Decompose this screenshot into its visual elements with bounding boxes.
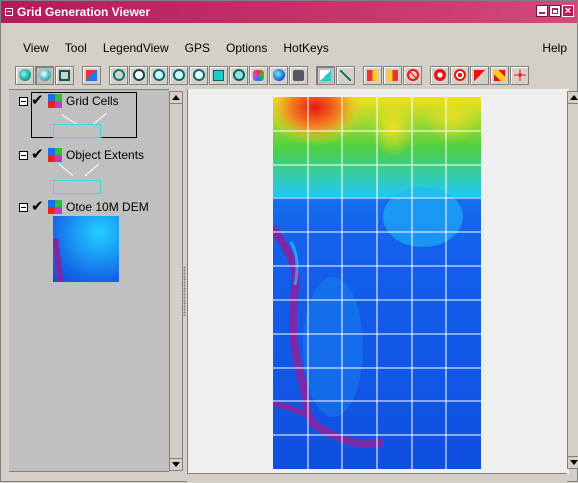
window-title: Grid Generation Viewer (17, 5, 151, 19)
select-tool-icon (18, 69, 31, 81)
stop-button[interactable] (403, 65, 422, 85)
add-layer-button[interactable] (82, 65, 101, 85)
zoom-full-button[interactable] (129, 65, 148, 85)
layer-visibility-checkbox[interactable] (31, 145, 45, 163)
scale-1-icon (320, 69, 331, 81)
back-button[interactable] (363, 65, 382, 85)
layer-name: Otoe 10M DEM (66, 200, 149, 214)
legend-panel: Grid Cells Object Extents Otoe 10M DEM (9, 89, 169, 477)
select-tool-button[interactable] (15, 65, 34, 85)
cancel-red-button[interactable] (430, 65, 449, 85)
window-controls: × (536, 5, 574, 17)
pointer-button[interactable] (470, 65, 489, 85)
back-icon (367, 69, 378, 81)
pencil-icon (494, 69, 505, 81)
panel-splitter[interactable] (183, 266, 186, 316)
globe-button[interactable] (269, 65, 288, 85)
layer-name: Object Extents (66, 148, 145, 162)
menu-gps[interactable]: GPS (177, 41, 218, 55)
zoom-to-layer-icon (213, 69, 224, 81)
zoom-in-button[interactable] (149, 65, 168, 85)
zoom-in-icon (152, 69, 165, 81)
close-button[interactable]: × (562, 5, 574, 17)
target-red-icon (453, 69, 466, 81)
scroll-up-arrow-icon[interactable] (170, 92, 182, 104)
zoom-out-icon (172, 69, 185, 81)
recenter-icon (232, 69, 245, 81)
window-tool-button[interactable] (55, 65, 74, 85)
cancel-red-icon (433, 69, 446, 81)
object-extents-connector (58, 163, 100, 177)
stop-icon (406, 69, 419, 81)
window-tool-icon (59, 69, 70, 81)
toolbar (1, 63, 577, 87)
pan-button[interactable] (109, 65, 128, 85)
app-window: Grid Generation Viewer × View Tool Legen… (0, 0, 578, 483)
zoom-to-layer-button[interactable] (209, 65, 228, 85)
zoom-previous-button[interactable] (189, 65, 208, 85)
add-layer-icon (86, 69, 97, 81)
grid-cells-swatch (53, 124, 101, 138)
dem-raster-map[interactable] (273, 97, 481, 469)
menu-bar: View Tool LegendView GPS Options HotKeys… (1, 37, 577, 59)
menu-options[interactable]: Options (218, 41, 275, 55)
scroll-up-arrow-icon[interactable] (568, 92, 578, 104)
collapse-icon[interactable] (19, 96, 28, 106)
pencil-button[interactable] (490, 65, 509, 85)
camera-icon (293, 69, 304, 81)
menu-hotkeys[interactable]: HotKeys (275, 41, 336, 55)
camera-button[interactable] (289, 65, 308, 85)
minimize-button[interactable] (536, 5, 548, 17)
raster-layer-icon (48, 200, 62, 214)
collapse-icon[interactable] (19, 150, 28, 160)
object-extents-swatch (53, 180, 101, 194)
collapse-icon[interactable] (19, 202, 28, 212)
map-vertical-scrollbar[interactable] (567, 91, 578, 469)
pointer-icon (474, 69, 485, 81)
overview-button[interactable] (249, 65, 268, 85)
scroll-down-arrow-icon[interactable] (568, 456, 578, 468)
scale-button[interactable] (316, 65, 335, 85)
crosshair-button[interactable] (510, 65, 529, 85)
legend-layer-otoe-dem[interactable]: Otoe 10M DEM (19, 197, 149, 216)
maximize-button[interactable] (549, 5, 561, 17)
menu-legendview[interactable]: LegendView (95, 41, 177, 55)
crosshair-icon (513, 69, 526, 81)
zoom-previous-icon (192, 69, 205, 81)
overview-icon (253, 69, 264, 81)
layer-visibility-checkbox[interactable] (31, 197, 45, 215)
measure-icon (340, 69, 351, 81)
menu-view[interactable]: View (1, 41, 57, 55)
measure-button[interactable] (336, 65, 355, 85)
title-bar[interactable]: Grid Generation Viewer × (1, 1, 577, 23)
menu-help[interactable]: Help (534, 41, 577, 55)
dem-raster-image (273, 97, 481, 469)
object-layer-icon (48, 148, 62, 162)
identify-tool-icon (38, 69, 51, 81)
legend-vertical-scrollbar[interactable] (169, 91, 183, 471)
target-red-button[interactable] (450, 65, 469, 85)
forward-icon (387, 69, 398, 81)
recenter-button[interactable] (229, 65, 248, 85)
dem-thumbnail (53, 216, 119, 282)
legend-horizontal-scrollbar[interactable] (9, 471, 169, 481)
forward-button[interactable] (383, 65, 402, 85)
system-menu-icon[interactable] (5, 8, 13, 16)
identify-tool-button[interactable] (35, 65, 54, 85)
pan-icon (112, 69, 125, 81)
scroll-down-arrow-icon[interactable] (170, 458, 182, 470)
zoom-full-icon (132, 69, 145, 81)
globe-icon (272, 69, 285, 81)
zoom-out-button[interactable] (169, 65, 188, 85)
menu-tool[interactable]: Tool (57, 41, 95, 55)
